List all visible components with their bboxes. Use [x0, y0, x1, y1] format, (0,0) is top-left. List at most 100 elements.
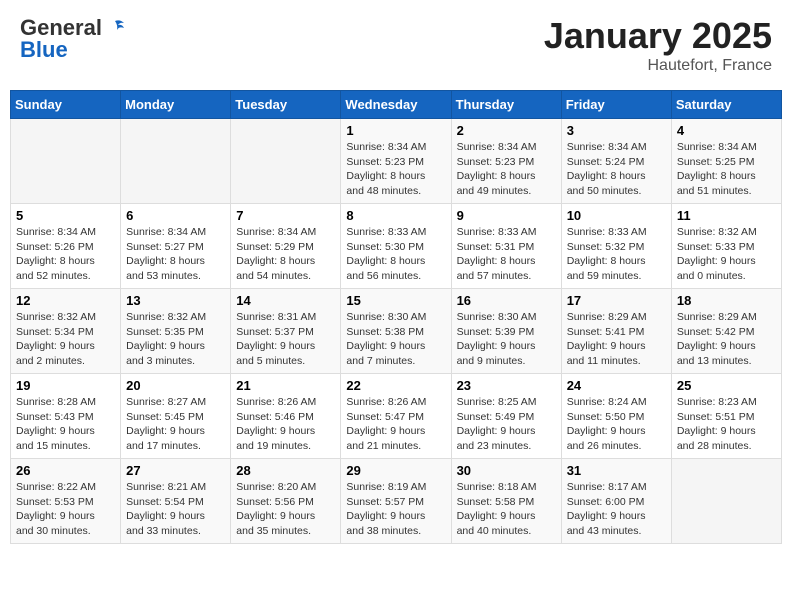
day-info: Sunrise: 8:30 AM Sunset: 5:38 PM Dayligh… — [346, 310, 445, 369]
day-cell: 26 Sunrise: 8:22 AM Sunset: 5:53 PM Dayli… — [11, 459, 121, 544]
day-cell: 30 Sunrise: 8:18 AM Sunset: 5:58 PM Dayli… — [451, 459, 561, 544]
day-number: 31 — [567, 463, 666, 478]
day-info: Sunrise: 8:22 AM Sunset: 5:53 PM Dayligh… — [16, 480, 115, 539]
day-cell: 15 Sunrise: 8:30 AM Sunset: 5:38 PM Dayli… — [341, 289, 451, 374]
day-number: 2 — [457, 123, 556, 138]
logo-bird-icon — [104, 17, 126, 39]
day-number: 22 — [346, 378, 445, 393]
day-info: Sunrise: 8:19 AM Sunset: 5:57 PM Dayligh… — [346, 480, 445, 539]
day-cell: 7Sunrise: 8:34 AM Sunset: 5:29 PM Daylig… — [231, 204, 341, 289]
day-info: Sunrise: 8:23 AM Sunset: 5:51 PM Dayligh… — [677, 395, 776, 454]
day-cell — [231, 119, 341, 204]
day-number: 5 — [16, 208, 115, 223]
day-cell — [121, 119, 231, 204]
day-number: 29 — [346, 463, 445, 478]
day-cell: 20 Sunrise: 8:27 AM Sunset: 5:45 PM Dayli… — [121, 374, 231, 459]
day-cell: 5Sunrise: 8:34 AM Sunset: 5:26 PM Daylig… — [11, 204, 121, 289]
day-number: 24 — [567, 378, 666, 393]
day-cell: 1Sunrise: 8:34 AM Sunset: 5:23 PM Daylig… — [341, 119, 451, 204]
day-number: 18 — [677, 293, 776, 308]
weekday-header-sunday: Sunday — [11, 91, 121, 119]
day-number: 4 — [677, 123, 776, 138]
day-cell: 10Sunrise: 8:33 AM Sunset: 5:32 PM Dayli… — [561, 204, 671, 289]
day-number: 9 — [457, 208, 556, 223]
day-cell: 22 Sunrise: 8:26 AM Sunset: 5:47 PM Dayli… — [341, 374, 451, 459]
weekday-header-row: SundayMondayTuesdayWednesdayThursdayFrid… — [11, 91, 782, 119]
day-number: 27 — [126, 463, 225, 478]
weekday-header-tuesday: Tuesday — [231, 91, 341, 119]
day-info: Sunrise: 8:34 AM Sunset: 5:23 PM Dayligh… — [457, 140, 556, 199]
day-number: 30 — [457, 463, 556, 478]
day-cell: 8 Sunrise: 8:33 AM Sunset: 5:30 PM Daylig… — [341, 204, 451, 289]
day-cell: 9 Sunrise: 8:33 AM Sunset: 5:31 PM Daylig… — [451, 204, 561, 289]
day-number: 26 — [16, 463, 115, 478]
day-cell: 24 Sunrise: 8:24 AM Sunset: 5:50 PM Dayli… — [561, 374, 671, 459]
day-info: Sunrise: 8:24 AM Sunset: 5:50 PM Dayligh… — [567, 395, 666, 454]
logo-blue-text: Blue — [20, 37, 68, 63]
day-info: Sunrise: 8:27 AM Sunset: 5:45 PM Dayligh… — [126, 395, 225, 454]
day-cell: 19 Sunrise: 8:28 AM Sunset: 5:43 PM Dayli… — [11, 374, 121, 459]
day-cell: 13 Sunrise: 8:32 AM Sunset: 5:35 PM Dayli… — [121, 289, 231, 374]
calendar-table: SundayMondayTuesdayWednesdayThursdayFrid… — [10, 90, 782, 544]
day-cell: 31Sunrise: 8:17 AM Sunset: 6:00 PM Dayli… — [561, 459, 671, 544]
day-number: 19 — [16, 378, 115, 393]
day-cell — [671, 459, 781, 544]
day-info: Sunrise: 8:30 AM Sunset: 5:39 PM Dayligh… — [457, 310, 556, 369]
day-number: 15 — [346, 293, 445, 308]
day-info: Sunrise: 8:29 AM Sunset: 5:41 PM Dayligh… — [567, 310, 666, 369]
day-info: Sunrise: 8:32 AM Sunset: 5:34 PM Dayligh… — [16, 310, 115, 369]
day-info: Sunrise: 8:34 AM Sunset: 5:24 PM Dayligh… — [567, 140, 666, 199]
weekday-header-thursday: Thursday — [451, 91, 561, 119]
day-info: Sunrise: 8:26 AM Sunset: 5:47 PM Dayligh… — [346, 395, 445, 454]
location-label: Hautefort, France — [544, 57, 772, 75]
day-cell: 12 Sunrise: 8:32 AM Sunset: 5:34 PM Dayli… — [11, 289, 121, 374]
week-row-3: 12 Sunrise: 8:32 AM Sunset: 5:34 PM Dayli… — [11, 289, 782, 374]
day-cell: 23Sunrise: 8:25 AM Sunset: 5:49 PM Dayli… — [451, 374, 561, 459]
day-info: Sunrise: 8:34 AM Sunset: 5:27 PM Dayligh… — [126, 225, 225, 284]
day-info: Sunrise: 8:28 AM Sunset: 5:43 PM Dayligh… — [16, 395, 115, 454]
day-number: 13 — [126, 293, 225, 308]
logo: General Blue — [20, 15, 126, 63]
day-number: 8 — [346, 208, 445, 223]
day-number: 6 — [126, 208, 225, 223]
day-number: 21 — [236, 378, 335, 393]
day-cell: 29 Sunrise: 8:19 AM Sunset: 5:57 PM Dayli… — [341, 459, 451, 544]
day-cell: 4 Sunrise: 8:34 AM Sunset: 5:25 PM Daylig… — [671, 119, 781, 204]
week-row-4: 19 Sunrise: 8:28 AM Sunset: 5:43 PM Dayli… — [11, 374, 782, 459]
day-number: 17 — [567, 293, 666, 308]
weekday-header-monday: Monday — [121, 91, 231, 119]
day-cell: 28Sunrise: 8:20 AM Sunset: 5:56 PM Dayli… — [231, 459, 341, 544]
weekday-header-wednesday: Wednesday — [341, 91, 451, 119]
day-number: 1 — [346, 123, 445, 138]
day-cell: 11Sunrise: 8:32 AM Sunset: 5:33 PM Dayli… — [671, 204, 781, 289]
day-cell: 6 Sunrise: 8:34 AM Sunset: 5:27 PM Daylig… — [121, 204, 231, 289]
day-number: 16 — [457, 293, 556, 308]
day-info: Sunrise: 8:33 AM Sunset: 5:32 PM Dayligh… — [567, 225, 666, 284]
day-cell: 17 Sunrise: 8:29 AM Sunset: 5:41 PM Dayli… — [561, 289, 671, 374]
day-number: 25 — [677, 378, 776, 393]
day-info: Sunrise: 8:25 AM Sunset: 5:49 PM Dayligh… — [457, 395, 556, 454]
day-number: 20 — [126, 378, 225, 393]
day-info: Sunrise: 8:18 AM Sunset: 5:58 PM Dayligh… — [457, 480, 556, 539]
day-cell: 21Sunrise: 8:26 AM Sunset: 5:46 PM Dayli… — [231, 374, 341, 459]
day-cell: 18 Sunrise: 8:29 AM Sunset: 5:42 PM Dayli… — [671, 289, 781, 374]
day-info: Sunrise: 8:31 AM Sunset: 5:37 PM Dayligh… — [236, 310, 335, 369]
week-row-1: 1 Sunrise: 8:34 AM Sunset: 5:23 PM Daylig… — [11, 119, 782, 204]
day-number: 14 — [236, 293, 335, 308]
day-info: Sunrise: 8:33 AM Sunset: 5:30 PM Dayligh… — [346, 225, 445, 284]
day-info: Sunrise: 8:33 AM Sunset: 5:31 PM Dayligh… — [457, 225, 556, 284]
day-info: Sunrise: 8:20 AM Sunset: 5:56 PM Dayligh… — [236, 480, 335, 539]
day-cell: 25 Sunrise: 8:23 AM Sunset: 5:51 PM Dayli… — [671, 374, 781, 459]
day-number: 12 — [16, 293, 115, 308]
day-cell — [11, 119, 121, 204]
day-info: Sunrise: 8:21 AM Sunset: 5:54 PM Dayligh… — [126, 480, 225, 539]
day-info: Sunrise: 8:32 AM Sunset: 5:35 PM Dayligh… — [126, 310, 225, 369]
day-cell: 27 Sunrise: 8:21 AM Sunset: 5:54 PM Dayli… — [121, 459, 231, 544]
month-title: January 2025 — [544, 15, 772, 57]
day-info: Sunrise: 8:29 AM Sunset: 5:42 PM Dayligh… — [677, 310, 776, 369]
week-row-2: 5Sunrise: 8:34 AM Sunset: 5:26 PM Daylig… — [11, 204, 782, 289]
day-number: 11 — [677, 208, 776, 223]
day-cell: 14 Sunrise: 8:31 AM Sunset: 5:37 PM Dayli… — [231, 289, 341, 374]
title-area: January 2025 Hautefort, France — [544, 15, 772, 75]
day-info: Sunrise: 8:34 AM Sunset: 5:25 PM Dayligh… — [677, 140, 776, 199]
